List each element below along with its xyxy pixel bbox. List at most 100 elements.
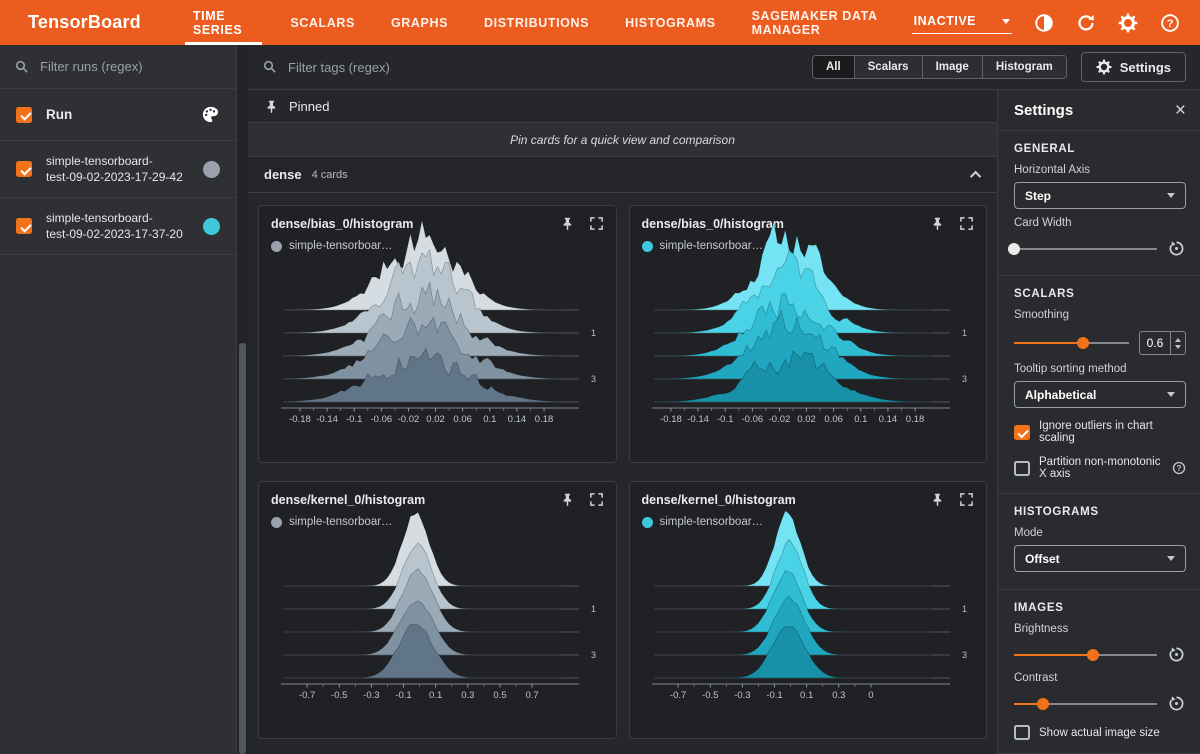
tag-filter-histogram[interactable]: Histogram (982, 56, 1066, 78)
dense-section-header[interactable]: dense 4 cards (248, 157, 997, 193)
card-title: dense/kernel_0/histogram (641, 492, 796, 507)
contrast-slider[interactable] (1014, 697, 1157, 711)
svg-text:-0.18: -0.18 (289, 414, 311, 425)
smoothing-slider[interactable] (1014, 336, 1129, 350)
stepper-up-icon[interactable] (1175, 337, 1181, 342)
svg-text:0.1: 0.1 (483, 414, 496, 425)
card-width-label: Card Width (1014, 217, 1072, 229)
smoothing-label: Smoothing (1014, 309, 1069, 321)
refresh-icon[interactable] (1076, 13, 1096, 33)
smoothing-number-input[interactable] (1139, 331, 1186, 355)
card-legend: simple-tensorboar… (271, 516, 604, 528)
search-icon (14, 59, 30, 75)
tab-distributions[interactable]: DISTRIBUTIONS (466, 0, 607, 45)
close-icon[interactable]: × (1175, 101, 1186, 120)
card-title: dense/bias_0/histogram (641, 216, 784, 231)
card-legend: simple-tensorboar… (641, 516, 975, 528)
histogram-chart[interactable]: 1 3 -0.7 -0.5 -0.3 -0.1 0.1 0.3 0 (642, 510, 976, 701)
svg-text:0.3: 0.3 (832, 690, 845, 701)
histogram-chart[interactable]: 1 3 -0.7 -0.5 -0.3 -0.1 0.1 0.3 0.5 0.7 (271, 511, 605, 701)
filter-tags-input[interactable]: Filter tags (regex) (262, 59, 812, 75)
reset-icon[interactable] (1167, 239, 1186, 258)
chevron-down-icon (1167, 556, 1175, 561)
run-list-item[interactable]: simple-tensorboard-test-09-02-2023-17-29… (0, 141, 236, 198)
svg-text:-0.06: -0.06 (741, 414, 763, 425)
svg-text:1: 1 (591, 604, 596, 614)
tab-sagemaker-data-manager[interactable]: SAGEMAKER DATA MANAGER (734, 0, 912, 45)
histogram-chart[interactable]: 1 3 -0.18 -0.14 -0.1 -0.06 -0.02 0.02 0.06 0.1 0.1… (642, 221, 976, 425)
runs-header-row: Run (0, 89, 236, 141)
reset-icon[interactable] (1167, 694, 1186, 713)
section-name: dense (264, 167, 302, 182)
svg-text:0.02: 0.02 (797, 414, 816, 425)
run-checkbox[interactable] (16, 218, 32, 234)
histogram-card: dense/bias_0/histogram simple-tensorboar… (258, 205, 617, 463)
fullscreen-icon[interactable] (959, 216, 974, 231)
tooltip-sorting-dropdown[interactable]: Alphabetical (1014, 381, 1186, 408)
ignore-outliers-checkbox[interactable] (1014, 424, 1030, 440)
svg-text:0.06: 0.06 (453, 414, 472, 425)
sidebar-scrollbar[interactable] (237, 45, 248, 754)
pin-icon[interactable] (560, 492, 575, 507)
tab-time-series[interactable]: TIME SERIES (175, 0, 272, 45)
partition-x-axis-checkbox[interactable] (1014, 460, 1030, 476)
svg-text:-0.18: -0.18 (660, 414, 682, 425)
brightness-slider[interactable] (1014, 648, 1157, 662)
pin-icon[interactable] (560, 216, 575, 231)
select-all-runs-checkbox[interactable] (16, 106, 32, 123)
scalars-heading: SCALARS (1014, 288, 1075, 300)
run-color-dot (271, 516, 282, 528)
svg-text:0.14: 0.14 (508, 414, 527, 425)
pin-icon[interactable] (930, 492, 945, 507)
gear-icon[interactable] (1118, 13, 1138, 33)
filter-runs-placeholder: Filter runs (regex) (40, 59, 143, 74)
tab-histograms[interactable]: HISTOGRAMS (607, 0, 734, 45)
filter-runs-input[interactable]: Filter runs (regex) (0, 45, 236, 89)
horizontal-axis-dropdown[interactable]: Step (1014, 182, 1186, 209)
settings-panel-title: Settings (1014, 102, 1074, 119)
theme-toggle-icon[interactable] (1034, 13, 1054, 33)
scrollbar-thumb[interactable] (239, 342, 246, 754)
stepper-down-icon[interactable] (1175, 344, 1181, 349)
smoothing-stepper[interactable] (1170, 332, 1185, 354)
brightness-label: Brightness (1014, 623, 1069, 635)
card-width-slider[interactable] (1008, 242, 1157, 256)
pinned-section-header[interactable]: Pinned (248, 90, 997, 123)
histogram-chart[interactable]: 1 3 -0.18 -0.14 -0.1 -0.06 -0.02 0.02 0.06 0.1 0.1… (271, 220, 605, 425)
tag-filter-scalars[interactable]: Scalars (854, 56, 923, 78)
svg-text:0.1: 0.1 (854, 414, 867, 425)
tensorboard-app: TensorBoard TIME SERIES SCALARS GRAPHS DIST… (0, 0, 1200, 754)
histogram-mode-value: Offset (1025, 551, 1060, 566)
fullscreen-icon[interactable] (589, 216, 604, 231)
tab-graphs[interactable]: GRAPHS (373, 0, 466, 45)
svg-text:0.5: 0.5 (493, 690, 506, 701)
tag-filter-all[interactable]: All (812, 56, 855, 78)
run-checkbox[interactable] (16, 161, 32, 177)
settings-section-general: GENERAL Horizontal Axis Step Card Width (998, 131, 1200, 276)
run-list-item[interactable]: simple-tensorboard-test-09-02-2023-17-37… (0, 198, 236, 255)
help-icon[interactable] (1172, 461, 1186, 475)
help-icon[interactable] (1160, 13, 1180, 33)
svg-text:-0.7: -0.7 (299, 690, 315, 701)
svg-text:0.1: 0.1 (429, 690, 442, 701)
fullscreen-icon[interactable] (959, 492, 974, 507)
instance-status-dropdown[interactable]: INACTIVE (911, 11, 1012, 34)
pin-icon[interactable] (930, 216, 945, 231)
svg-text:-0.3: -0.3 (734, 690, 750, 701)
runs-header-label: Run (46, 107, 73, 122)
histogram-mode-dropdown[interactable]: Offset (1014, 545, 1186, 572)
chevron-up-icon[interactable] (969, 170, 982, 182)
reset-icon[interactable] (1167, 645, 1186, 664)
tags-toolbar: Filter tags (regex) All Scalars Image Histo… (248, 45, 1200, 90)
palette-icon[interactable] (201, 105, 220, 124)
svg-text:0.7: 0.7 (525, 690, 538, 701)
images-heading: IMAGES (1014, 602, 1064, 614)
partition-x-axis-row: Partition non-monotonic X axis (1014, 456, 1186, 480)
show-actual-size-checkbox[interactable] (1014, 725, 1030, 740)
smoothing-value-field[interactable] (1140, 332, 1170, 354)
tab-scalars[interactable]: SCALARS (272, 0, 373, 45)
tag-filter-image[interactable]: Image (922, 56, 983, 78)
pin-icon (264, 99, 279, 114)
settings-button[interactable]: Settings (1080, 52, 1186, 82)
fullscreen-icon[interactable] (589, 492, 604, 507)
